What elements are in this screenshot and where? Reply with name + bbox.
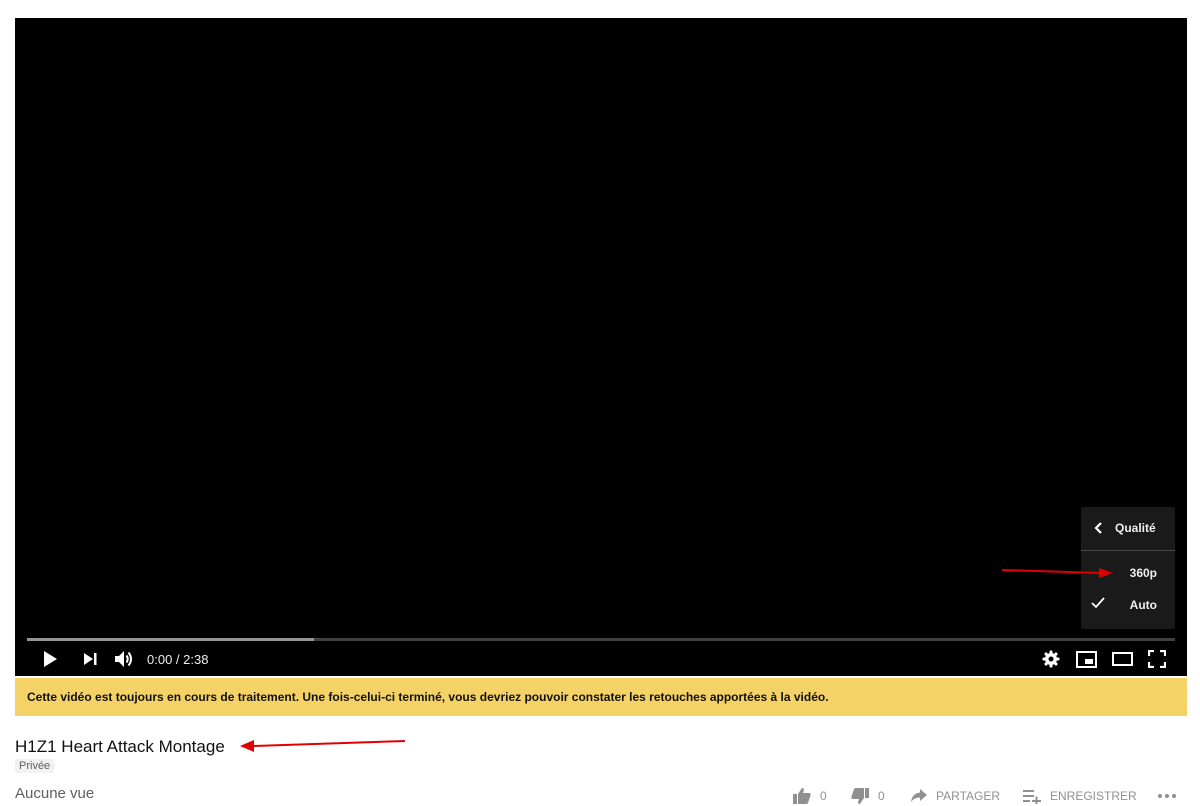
miniplayer-icon — [1075, 650, 1097, 668]
settings-button[interactable] — [1041, 646, 1061, 672]
fullscreen-button[interactable] — [1147, 646, 1167, 672]
volume-button[interactable] — [112, 646, 136, 672]
progress-buffer — [27, 638, 314, 641]
thumbs-down-icon — [850, 787, 870, 805]
volume-icon — [113, 649, 135, 669]
video-title: H1Z1 Heart Attack Montage — [15, 737, 225, 756]
thumbs-up-icon — [792, 787, 812, 805]
next-icon — [82, 652, 98, 666]
theater-mode-button[interactable] — [1110, 646, 1134, 672]
quality-option-label: 360p — [1129, 566, 1157, 580]
annotation-arrow-360p — [1001, 568, 1113, 578]
share-label: PARTAGER — [936, 789, 1001, 803]
view-count: Aucune vue — [15, 785, 95, 802]
more-actions-button[interactable] — [1157, 786, 1177, 806]
gear-icon — [1042, 650, 1060, 668]
processing-banner: Cette vidéo est toujours en cours de tra… — [15, 678, 1187, 716]
quality-menu-title: Qualité — [1115, 521, 1156, 535]
more-horiz-icon — [1157, 793, 1177, 799]
quality-option-auto[interactable]: Auto — [1081, 590, 1175, 620]
theater-mode-icon — [1111, 652, 1133, 666]
processing-banner-text: Cette vidéo est toujours en cours de tra… — [27, 690, 829, 704]
share-arrow-icon — [910, 788, 928, 804]
dislike-count: 0 — [878, 789, 885, 803]
like-count: 0 — [820, 789, 827, 803]
quality-option-label: Auto — [1129, 598, 1157, 612]
share-button[interactable]: PARTAGER — [910, 786, 1000, 806]
annotation-arrow-title — [240, 740, 406, 752]
playlist-add-icon — [1022, 788, 1042, 804]
miniplayer-button[interactable] — [1075, 646, 1097, 672]
save-button[interactable]: ENREGISTRER — [1022, 786, 1137, 806]
privacy-badge: Privée — [15, 759, 55, 773]
like-button[interactable]: 0 — [792, 786, 827, 806]
play-button[interactable] — [39, 646, 61, 672]
time-display: 0:00 / 2:38 — [147, 652, 209, 667]
next-button[interactable] — [79, 646, 101, 672]
fullscreen-icon — [1148, 650, 1166, 668]
checkmark-icon — [1091, 597, 1105, 612]
dislike-button[interactable]: 0 — [850, 786, 885, 806]
chevron-left-icon[interactable] — [1093, 521, 1103, 540]
progress-bar[interactable] — [27, 638, 1175, 641]
quality-menu-header[interactable]: Qualité — [1081, 507, 1175, 551]
play-icon — [42, 650, 58, 668]
save-label: ENREGISTRER — [1050, 789, 1137, 803]
